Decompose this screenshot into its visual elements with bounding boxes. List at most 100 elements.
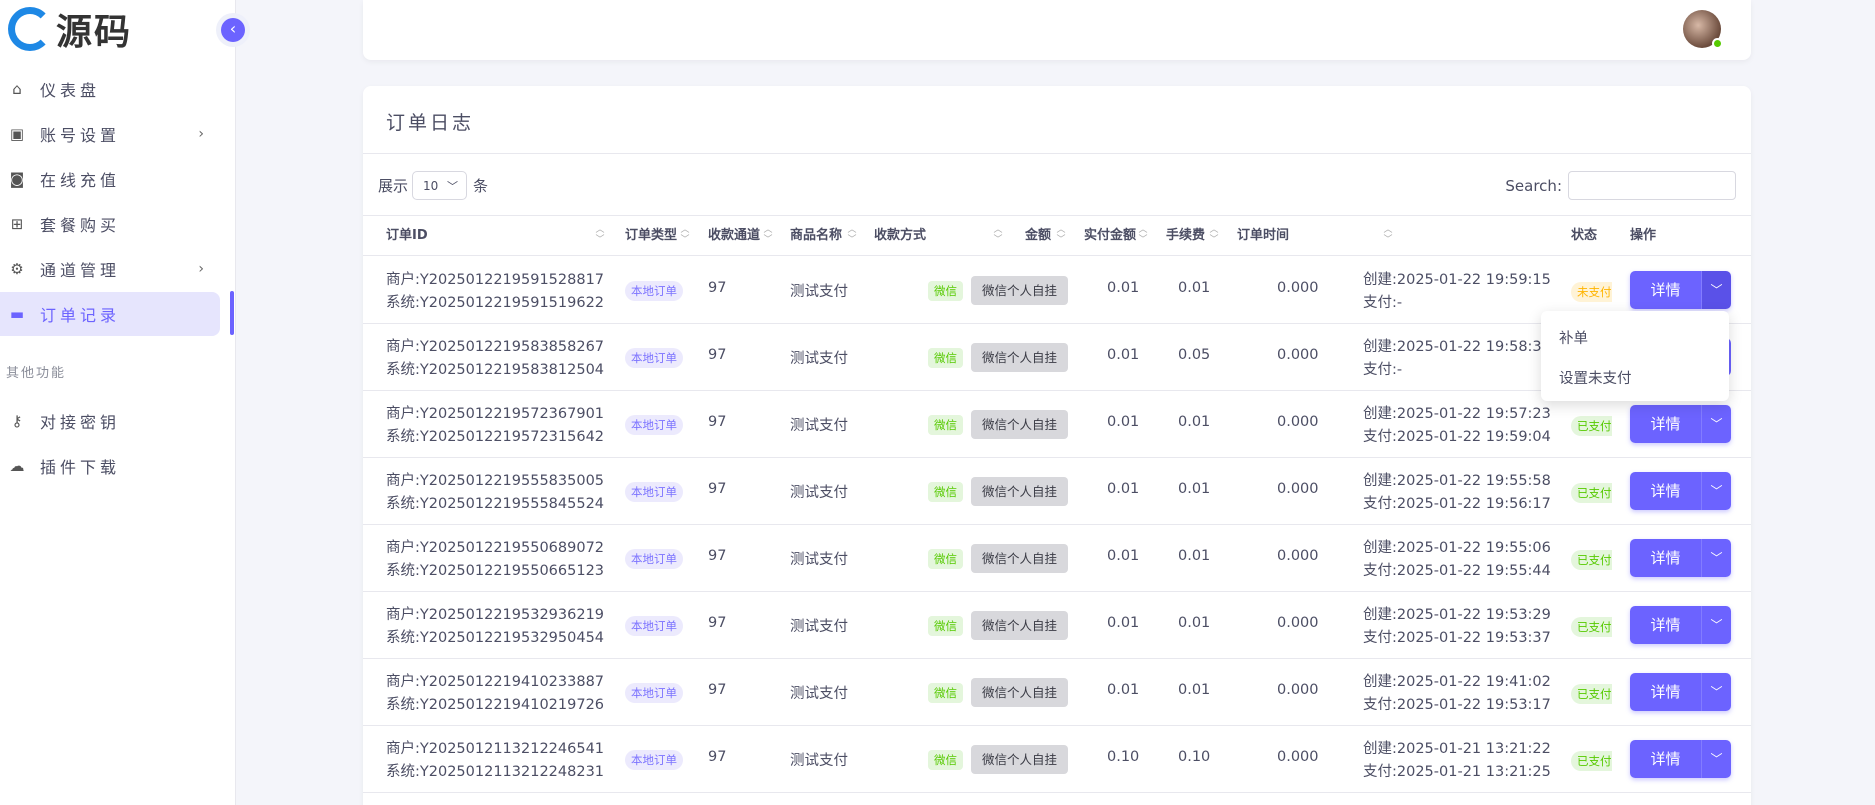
page-length-select[interactable]: 10 ﹀ — [412, 171, 468, 200]
paid-amount-cell: 0.01 — [1178, 682, 1211, 698]
sidebar-other-item-1[interactable]: ☁ 插件下载 — [0, 444, 220, 488]
status-badge: 已支付 — [1571, 483, 1612, 503]
fee-cell: 0.000 — [1277, 280, 1319, 296]
column-header-7[interactable]: 手续费 — [1166, 216, 1205, 256]
column-header-10[interactable]: 操作 — [1630, 216, 1656, 256]
active-indicator — [230, 291, 234, 335]
column-header-2[interactable]: 收款通道 — [708, 216, 760, 256]
pay-method-badge: 微信 — [928, 750, 963, 770]
detail-button[interactable]: 详情 — [1630, 673, 1701, 711]
chevron-down-icon[interactable]: ﹀ — [1701, 606, 1731, 644]
sidebar: 源码 ⌂ 仪表盘 ▣ 账号设置 › ◙ 在线充值 ⊞ 套餐购买 ⚙ 通道管理 › ▬ 订单记录 其他功能 … — [0, 0, 236, 805]
detail-button[interactable]: 详情 — [1630, 740, 1701, 778]
table-row: 商户:Y2025012219555835005 系统:Y2025012219555… — [363, 458, 1751, 525]
system-order-id: 系统:Y2025012219532950454 — [386, 630, 605, 646]
sort-icon[interactable]: ︿ ﹀ — [1138, 225, 1148, 247]
sidebar-item-label: 套餐购买 — [40, 216, 121, 235]
pay-channel-badge: 微信个人自挂 — [971, 745, 1069, 774]
order-time-cell: 创建:2025-01-21 13:21:22 支付:2025-01-21 13:2… — [1363, 738, 1551, 784]
search-input[interactable] — [1568, 171, 1736, 200]
created-time: 创建:2025-01-22 19:58:39 — [1363, 339, 1551, 355]
sort-icon[interactable]: ︿ ﹀ — [847, 225, 857, 247]
paid-amount-cell: 0.01 — [1178, 280, 1211, 296]
pay-method-badge: 微信 — [928, 281, 963, 301]
order-time-cell: 创建:2025-01-22 19:55:58 支付:2025-01-22 19:5… — [1363, 470, 1551, 516]
action-button-group: 详情 ﹀ — [1630, 472, 1731, 510]
column-header-4[interactable]: 收款方式 — [874, 216, 926, 256]
logo[interactable]: 源码 — [8, 7, 132, 53]
fee-cell: 0.000 — [1277, 749, 1319, 765]
detail-button[interactable]: 详情 — [1630, 606, 1701, 644]
chevron-down-icon[interactable]: ﹀ — [1701, 673, 1731, 711]
detail-button[interactable]: 详情 — [1630, 539, 1701, 577]
sort-icon[interactable]: ︿ ﹀ — [1209, 225, 1219, 247]
order-id-cell: 商户:Y2025012219572367901 系统:Y2025012219572… — [386, 403, 604, 449]
sidebar-item-4[interactable]: ⚙ 通道管理 › — [0, 247, 220, 291]
chevron-down-icon[interactable]: ﹀ — [1701, 539, 1731, 577]
fee-cell: 0.000 — [1277, 615, 1319, 631]
paid-amount-cell: 0.01 — [1178, 548, 1211, 564]
amount-cell: 0.01 — [1107, 615, 1140, 631]
dropdown-item-set-unpaid[interactable]: 设置未支付 — [1541, 359, 1729, 399]
created-time: 创建:2025-01-22 19:55:06 — [1363, 540, 1551, 556]
sidebar-item-label: 插件下载 — [40, 458, 121, 477]
sort-icon[interactable]: ︿ ﹀ — [680, 225, 690, 247]
status-badge: 未支付 — [1571, 282, 1612, 302]
chevron-right-icon: › — [198, 126, 204, 142]
shopping-bag-icon: ⊞ — [10, 215, 24, 233]
search-label: Search: — [1505, 176, 1562, 195]
pay-channel-badge: 微信个人自挂 — [971, 611, 1069, 640]
order-type-badge: 本地订单 — [625, 750, 683, 770]
sidebar-item-1[interactable]: ▣ 账号设置 › — [0, 112, 220, 156]
order-id-cell: 商户:Y2025012113212246541 系统:Y2025012113212… — [386, 738, 604, 784]
chevron-down-icon[interactable]: ﹀ — [1701, 405, 1731, 443]
detail-button[interactable]: 详情 — [1630, 472, 1701, 510]
order-type-badge: 本地订单 — [625, 616, 683, 636]
product-cell: 测试支付 — [790, 686, 848, 702]
avatar[interactable] — [1683, 10, 1723, 49]
column-header-6[interactable]: 实付金额 — [1084, 216, 1136, 256]
sidebar-item-5[interactable]: ▬ 订单记录 — [0, 292, 220, 336]
pay-method-badge: 微信 — [928, 348, 963, 368]
sidebar-item-3[interactable]: ⊞ 套餐购买 — [0, 202, 220, 246]
sidebar-item-0[interactable]: ⌂ 仪表盘 — [0, 67, 220, 111]
column-header-3[interactable]: 商品名称 — [790, 216, 842, 256]
sort-icon[interactable]: ︿ ﹀ — [1383, 225, 1393, 247]
sort-icon[interactable]: ︿ ﹀ — [1056, 225, 1066, 247]
status-badge: 已支付 — [1571, 416, 1612, 436]
system-order-id: 系统:Y2025012219572315642 — [386, 429, 605, 445]
column-header-0[interactable]: 订单ID — [386, 216, 428, 256]
column-header-9[interactable]: 状态 — [1571, 216, 1597, 256]
chevron-down-icon[interactable]: ﹀ — [1701, 271, 1731, 309]
detail-button[interactable]: 详情 — [1630, 405, 1701, 443]
column-header-1[interactable]: 订单类型 — [625, 216, 677, 256]
order-id-cell: 商户:Y2025012219555835005 系统:Y2025012219555… — [386, 470, 604, 516]
wallet-icon: ▬ — [9, 305, 25, 323]
sidebar-item-label: 账号设置 — [40, 126, 121, 145]
chevron-down-icon: ﹀ — [447, 179, 459, 193]
merchant-order-id: 商户:Y2025012219583858267 — [386, 339, 605, 355]
chevron-down-icon[interactable]: ﹀ — [1701, 472, 1731, 510]
sort-icon[interactable]: ︿ ﹀ — [993, 225, 1003, 247]
system-order-id: 系统:Y2025012113212248231 — [386, 764, 605, 780]
collapse-sidebar-button[interactable]: ‹ — [221, 18, 245, 42]
column-header-8[interactable]: 订单时间 — [1237, 216, 1289, 256]
dropdown-item-supplement-order[interactable]: 补单 — [1541, 319, 1729, 359]
column-header-5[interactable]: 金额 — [1025, 216, 1051, 256]
pay-method-badge: 微信 — [928, 415, 963, 435]
chevron-down-icon[interactable]: ﹀ — [1701, 740, 1731, 778]
action-button-group: 详情 ﹀ — [1630, 673, 1731, 711]
sort-icon[interactable]: ︿ ﹀ — [763, 225, 773, 247]
sidebar-item-2[interactable]: ◙ 在线充值 — [0, 157, 220, 201]
detail-button[interactable]: 详情 — [1630, 271, 1701, 309]
length-prefix: 展示 — [378, 177, 409, 195]
merchant-order-id: 商户:Y2025012219591528817 — [386, 272, 605, 288]
length-suffix: 条 — [473, 177, 489, 195]
order-time-cell: 创建:2025-01-22 19:53:29 支付:2025-01-22 19:5… — [1363, 604, 1551, 650]
sidebar-other-item-0[interactable]: ⚷ 对接密钥 — [0, 399, 220, 443]
created-time: 创建:2025-01-21 13:21:22 — [1363, 741, 1551, 757]
amount-cell: 0.01 — [1107, 414, 1140, 430]
channel-cell: 97 — [708, 347, 727, 363]
sort-icon[interactable]: ︿ ﹀ — [595, 225, 605, 247]
channel-cell: 97 — [708, 749, 727, 765]
